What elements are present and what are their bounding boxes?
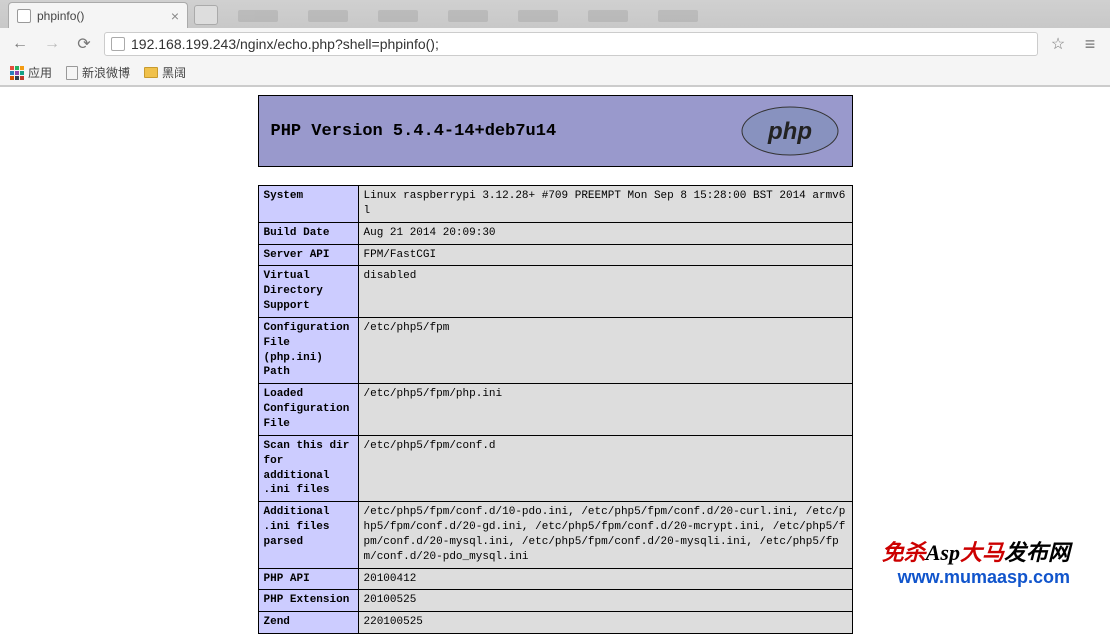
- tab-close-icon[interactable]: ×: [171, 8, 179, 24]
- table-row: Zend220100525: [258, 612, 852, 634]
- config-key: PHP Extension: [258, 590, 358, 612]
- tab-bar: phpinfo() ×: [0, 0, 1110, 28]
- config-value: /etc/php5/fpm/conf.d/10-pdo.ini, /etc/ph…: [358, 502, 852, 568]
- config-key: Scan this dir for additional .ini files: [258, 435, 358, 501]
- config-key: Server API: [258, 244, 358, 266]
- browser-tab[interactable]: phpinfo() ×: [8, 2, 188, 28]
- menu-button[interactable]: ≡: [1078, 32, 1102, 56]
- config-value: /etc/php5/fpm: [358, 317, 852, 383]
- watermark: 免杀Asp大马发布网 www.mumaasp.com: [882, 535, 1070, 588]
- phpinfo-header: PHP Version 5.4.4-14+deb7u14 php: [258, 95, 853, 167]
- watermark-title: 免杀Asp大马发布网: [882, 535, 1070, 567]
- config-key: Additional .ini files parsed: [258, 502, 358, 568]
- config-value: Linux raspberrypi 3.12.28+ #709 PREEMPT …: [358, 186, 852, 223]
- bookmark-label: 新浪微博: [82, 64, 130, 81]
- table-row: Build DateAug 21 2014 20:09:30: [258, 222, 852, 244]
- bookmark-heikuo[interactable]: 黑阔: [144, 64, 186, 81]
- config-value: /etc/php5/fpm/conf.d: [358, 435, 852, 501]
- background-tabs: [238, 4, 1110, 28]
- folder-icon: [144, 67, 158, 78]
- config-key: Configuration File (php.ini) Path: [258, 317, 358, 383]
- config-key: Loaded Configuration File: [258, 384, 358, 436]
- config-value: 20100412: [358, 568, 852, 590]
- url-text: 192.168.199.243/nginx/echo.php?shell=php…: [131, 36, 439, 52]
- config-value: 220100525: [358, 612, 852, 634]
- table-row: Scan this dir for additional .ini files/…: [258, 435, 852, 501]
- config-value: /etc/php5/fpm/php.ini: [358, 384, 852, 436]
- config-value: 20100525: [358, 590, 852, 612]
- config-key: System: [258, 186, 358, 223]
- apps-shortcut[interactable]: 应用: [10, 64, 52, 81]
- table-row: PHP API20100412: [258, 568, 852, 590]
- url-bar[interactable]: 192.168.199.243/nginx/echo.php?shell=php…: [104, 32, 1038, 56]
- table-row: SystemLinux raspberrypi 3.12.28+ #709 PR…: [258, 186, 852, 223]
- config-value: FPM/FastCGI: [358, 244, 852, 266]
- config-key: Virtual Directory Support: [258, 266, 358, 318]
- back-button[interactable]: ←: [8, 32, 32, 56]
- table-row: Configuration File (php.ini) Path/etc/ph…: [258, 317, 852, 383]
- file-icon: [66, 66, 78, 80]
- config-value: disabled: [358, 266, 852, 318]
- config-key: Build Date: [258, 222, 358, 244]
- phpinfo-container: PHP Version 5.4.4-14+deb7u14 php SystemL…: [258, 95, 853, 634]
- reload-button[interactable]: ⟳: [72, 32, 96, 56]
- bookmarks-bar: 应用 新浪微博 黑阔: [0, 60, 1110, 86]
- php-logo: php: [740, 105, 840, 157]
- apps-icon: [10, 66, 24, 80]
- php-version-title: PHP Version 5.4.4-14+deb7u14: [271, 122, 557, 141]
- svg-text:php: php: [767, 118, 812, 145]
- tab-title: phpinfo(): [37, 9, 84, 23]
- config-key: PHP API: [258, 568, 358, 590]
- forward-button[interactable]: →: [40, 32, 64, 56]
- phpinfo-table: SystemLinux raspberrypi 3.12.28+ #709 PR…: [258, 185, 853, 634]
- config-key: Zend: [258, 612, 358, 634]
- table-row: Loaded Configuration File/etc/php5/fpm/p…: [258, 384, 852, 436]
- toolbar: ← → ⟳ 192.168.199.243/nginx/echo.php?she…: [0, 28, 1110, 60]
- table-row: Server APIFPM/FastCGI: [258, 244, 852, 266]
- new-tab-button[interactable]: [194, 5, 218, 25]
- table-row: Additional .ini files parsed/etc/php5/fp…: [258, 502, 852, 568]
- browser-chrome: phpinfo() × ← → ⟳ 192.168.199.243/nginx/…: [0, 0, 1110, 87]
- tab-favicon: [17, 9, 31, 23]
- apps-label: 应用: [28, 64, 52, 81]
- table-row: Virtual Directory Supportdisabled: [258, 266, 852, 318]
- config-value: Aug 21 2014 20:09:30: [358, 222, 852, 244]
- page-icon: [111, 37, 125, 51]
- bookmark-star-icon[interactable]: ☆: [1046, 32, 1070, 56]
- watermark-url: www.mumaasp.com: [882, 567, 1070, 588]
- bookmark-weibo[interactable]: 新浪微博: [66, 64, 130, 81]
- bookmark-label: 黑阔: [162, 64, 186, 81]
- table-row: PHP Extension20100525: [258, 590, 852, 612]
